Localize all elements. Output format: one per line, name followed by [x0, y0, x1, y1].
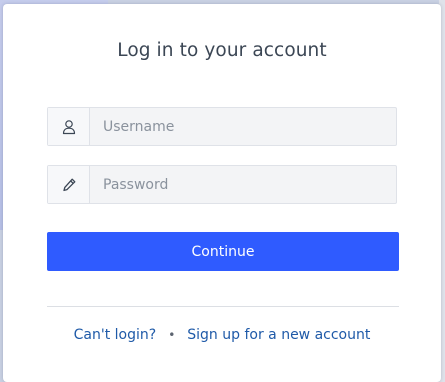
pencil-icon [48, 166, 90, 203]
continue-button[interactable]: Continue [47, 232, 399, 271]
link-separator: • [168, 328, 176, 342]
signup-link[interactable]: Sign up for a new account [187, 327, 370, 343]
login-title: Log in to your account [117, 40, 327, 61]
cant-login-link[interactable]: Can't login? [74, 327, 157, 343]
footer-links: Can't login? • Sign up for a new account [3, 327, 441, 343]
username-input[interactable] [90, 108, 394, 145]
user-icon [48, 108, 90, 145]
divider [47, 306, 399, 307]
username-field [47, 107, 397, 146]
password-input[interactable] [90, 166, 394, 203]
password-field [47, 165, 397, 204]
login-card: Log in to your account Continue Can't lo… [3, 4, 441, 382]
